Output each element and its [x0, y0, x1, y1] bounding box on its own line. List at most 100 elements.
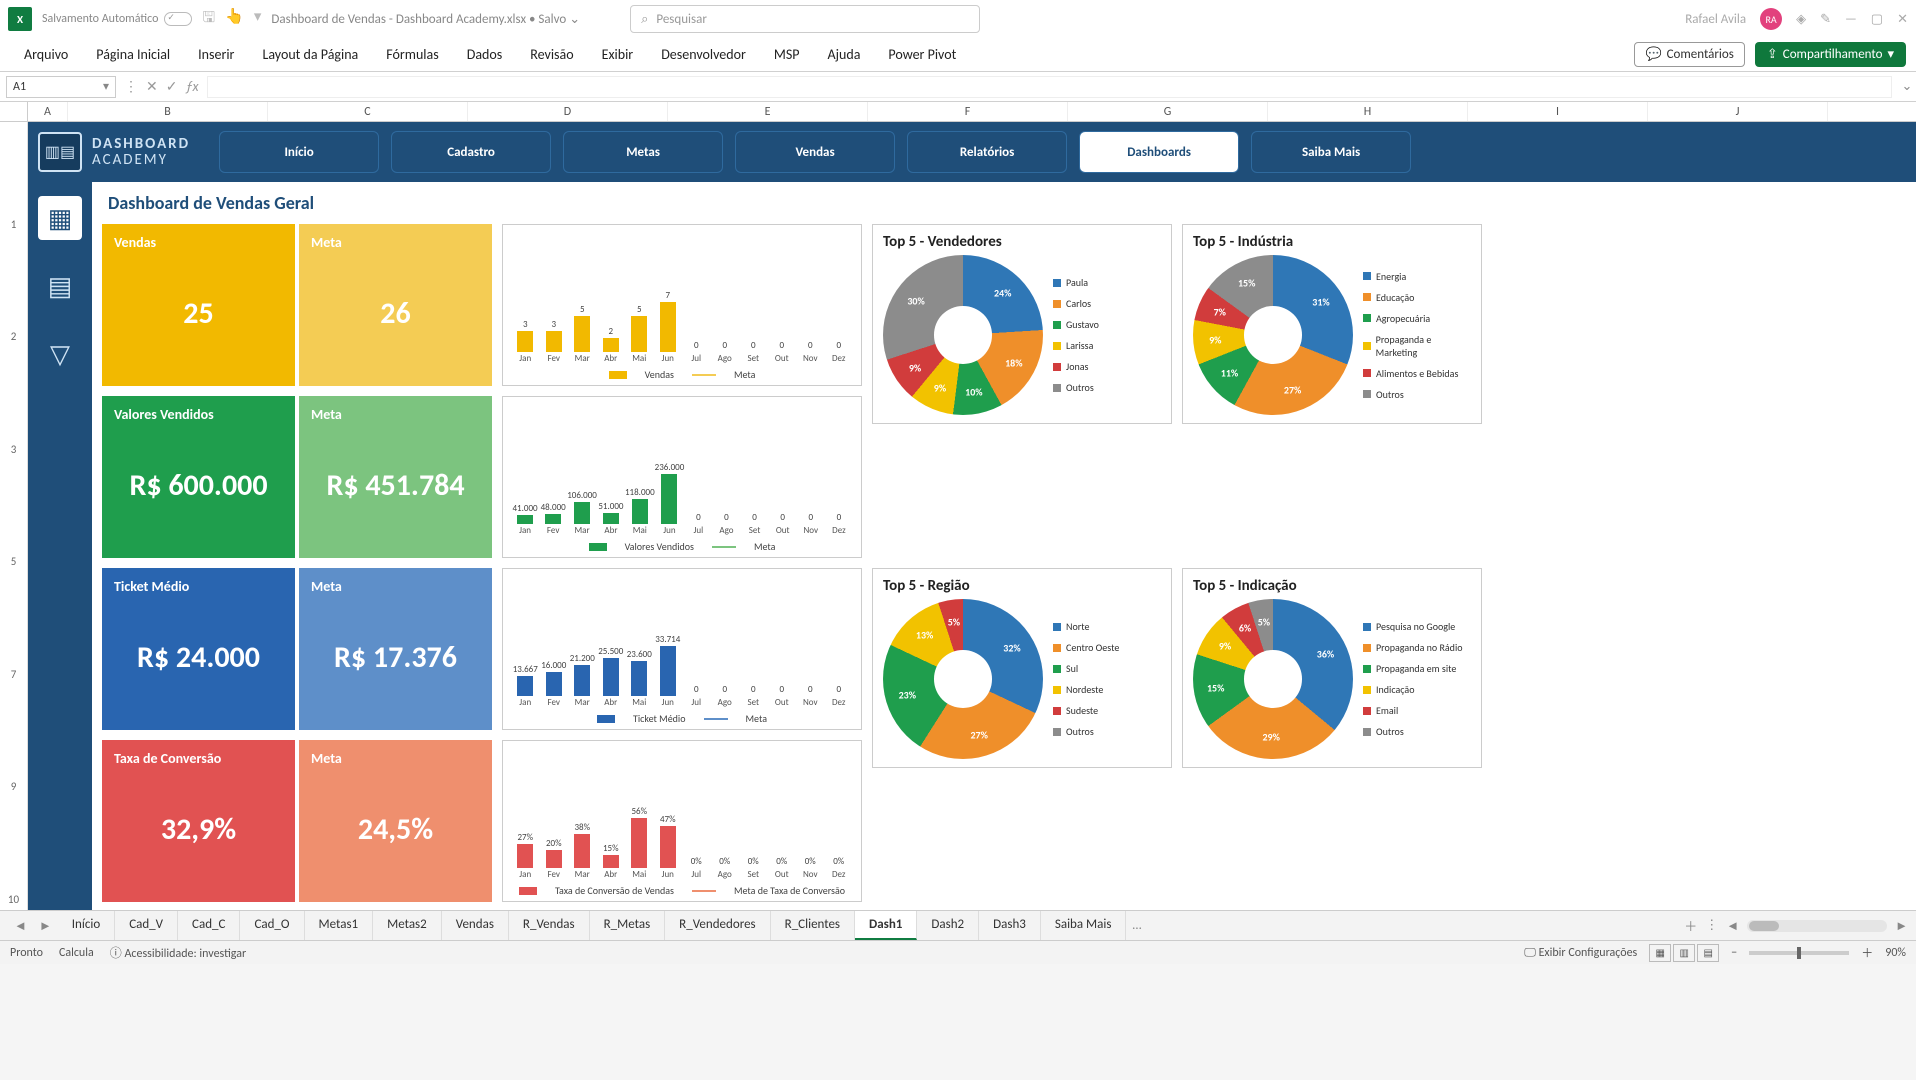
ribbon-tab-fórmulas[interactable]: Fórmulas — [372, 38, 452, 71]
expand-formula-icon[interactable]: ⌄ — [1898, 79, 1916, 94]
formula-input[interactable] — [207, 76, 1892, 98]
nav-dashboards[interactable]: Dashboards — [1079, 131, 1239, 173]
ribbon-tab-dados[interactable]: Dados — [453, 38, 517, 71]
pen-icon[interactable]: ✎ — [1820, 12, 1831, 27]
rail-filter-icon[interactable]: ▽ — [38, 332, 82, 376]
page-break-view-icon[interactable]: ▤ — [1697, 944, 1719, 962]
bar-category: Abr — [604, 869, 617, 880]
chevron-down-icon[interactable]: ⌄ — [569, 12, 580, 27]
sheet-tab-dash1[interactable]: Dash1 — [855, 911, 917, 940]
accept-icon[interactable]: ✓ — [166, 78, 178, 95]
avatar[interactable]: RA — [1760, 8, 1782, 30]
minimize-icon[interactable]: — — [1845, 12, 1857, 27]
sheet-tab-cad_c[interactable]: Cad_C — [178, 911, 240, 940]
row-header-7[interactable]: 7 — [0, 572, 27, 685]
ribbon-tab-power-pivot[interactable]: Power Pivot — [874, 38, 970, 71]
rail-calendar-icon[interactable]: ▤ — [38, 264, 82, 308]
bar-wrap: 0 Jul — [682, 684, 711, 708]
rail-presentation-icon[interactable]: ▦ — [38, 196, 82, 240]
accessibility-icon[interactable]: ⓘ Acessibilidade: investigar — [110, 944, 246, 961]
scroll-right-icon[interactable]: ► — [1895, 918, 1908, 934]
nav-início[interactable]: Início — [219, 131, 379, 173]
new-sheet-icon[interactable]: ＋ — [1684, 916, 1697, 935]
row-header-10[interactable]: 10 — [0, 797, 27, 910]
zoom-out-icon[interactable]: − — [1731, 946, 1737, 960]
sheet-tab-saiba mais[interactable]: Saiba Mais — [1041, 911, 1127, 940]
dropdown-icon[interactable]: ▾ — [254, 7, 262, 32]
ribbon-tab-desenvolvedor[interactable]: Desenvolvedor — [647, 38, 760, 71]
sheet-nav-next-icon[interactable]: ► — [33, 918, 58, 934]
ribbon-tab-inserir[interactable]: Inserir — [184, 38, 248, 71]
sheet-tab-vendas[interactable]: Vendas — [442, 911, 509, 940]
nav-metas[interactable]: Metas — [563, 131, 723, 173]
ribbon-tab-msp[interactable]: MSP — [760, 38, 814, 71]
col-header-E[interactable]: E — [668, 102, 868, 121]
username-label[interactable]: Rafael Avila — [1685, 12, 1746, 27]
chevron-down-icon[interactable]: ▾ — [103, 79, 109, 94]
ribbon-tab-página-inicial[interactable]: Página Inicial — [82, 38, 184, 71]
zoom-in-icon[interactable]: ＋ — [1861, 944, 1873, 961]
comments-button[interactable]: 💬 Comentários — [1634, 42, 1744, 67]
normal-view-icon[interactable]: ▦ — [1649, 944, 1671, 962]
sheet-tab-r_clientes[interactable]: R_Clientes — [771, 911, 855, 940]
sheet-list-icon[interactable]: ⋮ — [1705, 918, 1718, 933]
col-header-F[interactable]: F — [868, 102, 1068, 121]
scroll-left-icon[interactable]: ◄ — [1726, 918, 1739, 934]
row-header-1[interactable]: 1 — [0, 122, 27, 235]
col-header-G[interactable]: G — [1068, 102, 1268, 121]
nav-vendas[interactable]: Vendas — [735, 131, 895, 173]
name-box[interactable]: A1 ▾ — [6, 76, 116, 98]
row-header-9[interactable]: 9 — [0, 685, 27, 798]
col-header-I[interactable]: I — [1468, 102, 1648, 121]
col-header-C[interactable]: C — [268, 102, 468, 121]
ribbon-tab-layout-da-página[interactable]: Layout da Página — [248, 38, 372, 71]
dots-icon[interactable]: ⋮ — [124, 78, 138, 95]
sheet-tab-metas2[interactable]: Metas2 — [373, 911, 442, 940]
sheet-tab-início[interactable]: Início — [58, 911, 115, 940]
share-button[interactable]: ⇪ Compartilhamento ▾ — [1755, 42, 1906, 67]
nav-saiba-mais[interactable]: Saiba Mais — [1251, 131, 1411, 173]
row-header-5[interactable]: 5 — [0, 460, 27, 573]
ribbon-tab-ajuda[interactable]: Ajuda — [814, 38, 875, 71]
zoom-slider[interactable] — [1749, 951, 1849, 955]
nav-cadastro[interactable]: Cadastro — [391, 131, 551, 173]
sheet-nav-prev-icon[interactable]: ◄ — [8, 918, 33, 934]
search-input[interactable]: ⌕ Pesquisar — [630, 5, 980, 33]
ribbon-tab-arquivo[interactable]: Arquivo — [10, 38, 82, 71]
sheet-tab-cad_o[interactable]: Cad_O — [240, 911, 304, 940]
touch-icon[interactable]: 👆 — [225, 7, 244, 32]
cancel-icon[interactable]: ✕ — [146, 78, 158, 95]
kpi-row-0: Vendas 25 Meta 26 — [102, 224, 492, 386]
sheet-tab-metas1[interactable]: Metas1 — [305, 911, 374, 940]
select-all-corner[interactable] — [0, 102, 28, 121]
sheet-tab-dash2[interactable]: Dash2 — [917, 911, 979, 940]
file-title[interactable]: Dashboard de Vendas - Dashboard Academy.… — [271, 12, 580, 27]
row-header-2[interactable]: 2 — [0, 235, 27, 348]
fx-icon[interactable]: ƒx — [185, 78, 198, 95]
maximize-icon[interactable]: ▢ — [1871, 12, 1883, 27]
col-header-H[interactable]: H — [1268, 102, 1468, 121]
col-header-A[interactable]: A — [28, 102, 68, 121]
diamond-icon[interactable]: ◈ — [1796, 12, 1806, 27]
row-header-3[interactable]: 3 — [0, 347, 27, 460]
col-header-D[interactable]: D — [468, 102, 668, 121]
sheet-tab-cad_v[interactable]: Cad_V — [115, 911, 178, 940]
close-icon[interactable]: ✕ — [1897, 12, 1908, 27]
ribbon-tab-revisão[interactable]: Revisão — [516, 38, 587, 71]
nav-relatórios[interactable]: Relatórios — [907, 131, 1067, 173]
page-layout-view-icon[interactable]: ▥ — [1673, 944, 1695, 962]
toggle-switch-icon[interactable] — [164, 12, 192, 26]
col-header-J[interactable]: J — [1648, 102, 1828, 121]
col-header-B[interactable]: B — [68, 102, 268, 121]
ribbon-tab-exibir[interactable]: Exibir — [588, 38, 648, 71]
sheet-tab-r_vendedores[interactable]: R_Vendedores — [665, 911, 770, 940]
sheet-tab-r_metas[interactable]: R_Metas — [590, 911, 666, 940]
save-icon[interactable]: 🖫 — [202, 7, 215, 32]
display-settings-button[interactable]: 🖵 Exibir Configurações — [1524, 946, 1637, 960]
sheet-tab-r_vendas[interactable]: R_Vendas — [509, 911, 590, 940]
autosave-toggle[interactable]: Salvamento Automático — [42, 12, 192, 26]
horizontal-scrollbar[interactable] — [1747, 920, 1887, 932]
sheet-tab-dash3[interactable]: Dash3 — [979, 911, 1041, 940]
zoom-level[interactable]: 90% — [1885, 946, 1906, 960]
sheet-overflow-icon[interactable]: … — [1126, 918, 1147, 933]
